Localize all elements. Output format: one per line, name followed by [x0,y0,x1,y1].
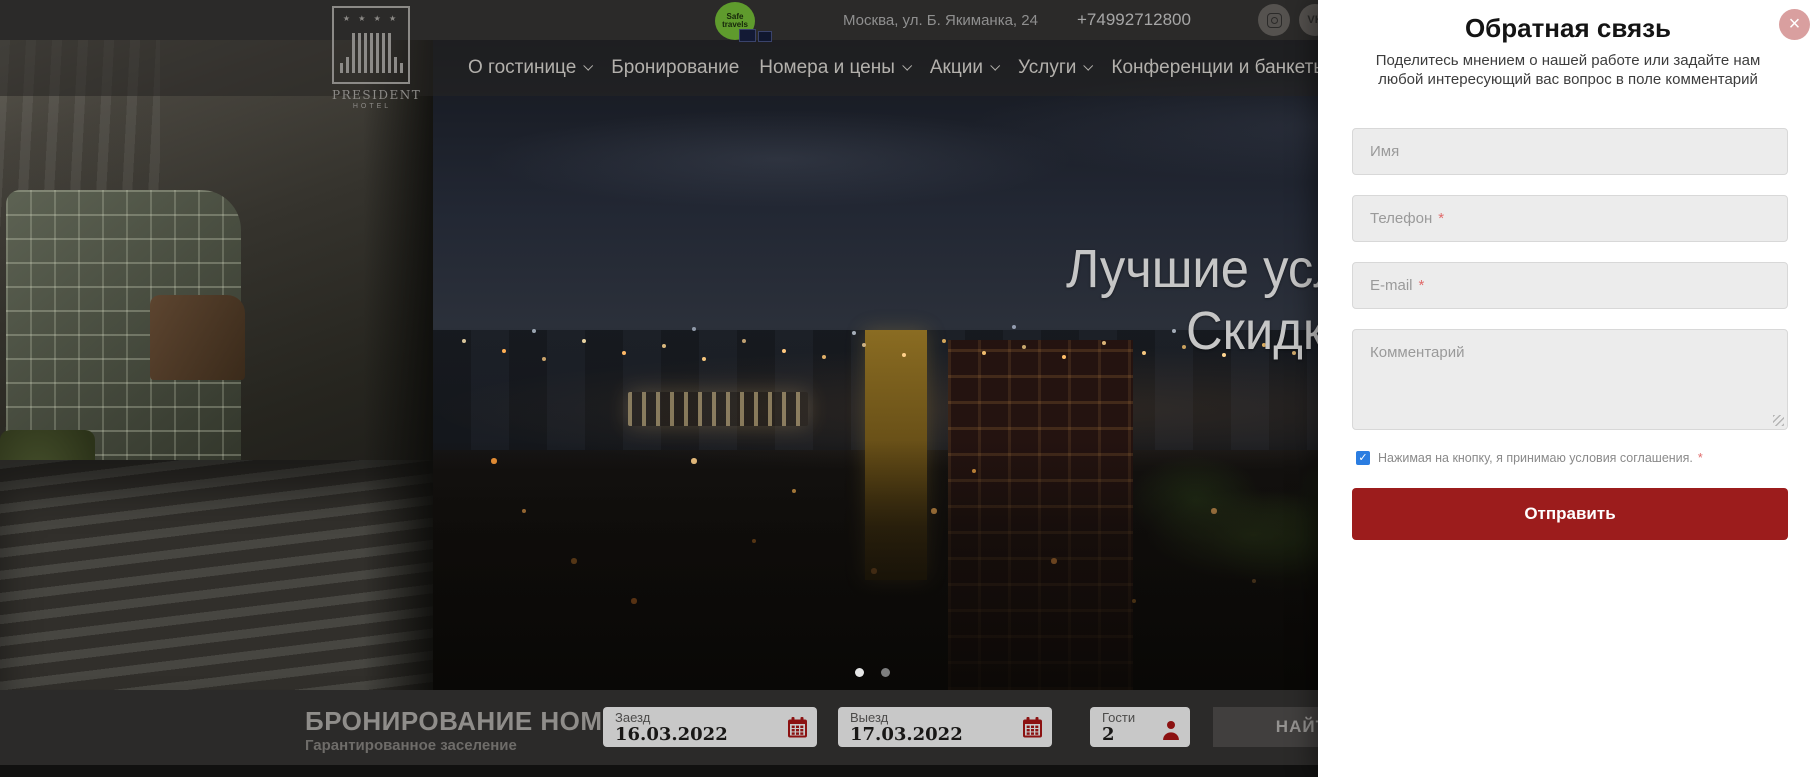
resize-handle-icon[interactable] [1773,415,1784,426]
guests-field[interactable]: Гости 2 [1090,707,1190,747]
checkout-date-field[interactable]: Выезд 17.03.2022 [838,707,1052,747]
hotel-address: Москва, ул. Б. Якиманка, 24 [843,12,1038,29]
shade-decor [363,40,433,690]
instagram-button[interactable] [1258,4,1290,36]
consent-label: Нажимая на кнопку, я принимаю условия со… [1378,451,1693,466]
email-input[interactable]: E-mail * [1352,262,1788,309]
checkout-value: 17.03.2022 [850,725,1042,745]
nav-item-booking[interactable]: Бронирование [611,57,739,79]
logo-stars: ★ ★ ★ ★ [334,14,408,23]
feedback-panel: × Обратная связь Поделитесь мнением о на… [1318,0,1818,777]
logo-type: HOTEL [332,103,412,110]
chevron-down-icon [902,61,912,71]
nav-item-about[interactable]: О гостинице [468,57,591,79]
consent-row: ✓ Нажимая на кнопку, я принимаю условия … [1356,451,1703,466]
booking-subtitle: Гарантированное заселение [305,737,517,754]
submit-button[interactable]: Отправить [1352,488,1788,540]
slider-dot-active[interactable] [855,668,864,677]
checkin-date-field[interactable]: Заезд 16.03.2022 [603,707,817,747]
nav-item-services[interactable]: Услуги [1018,57,1091,79]
chevron-down-icon [1084,61,1094,71]
hotel-logo[interactable]: ★ ★ ★ ★ PRESIDENT HOTEL [332,6,412,118]
safe-travels-badge: Safe travels [715,2,767,44]
hotel-phone[interactable]: +74992712800 [1077,10,1191,30]
page: Лучшие условия Скидка Safe travels Москв… [0,0,1818,777]
nav-item-rooms[interactable]: Номера и цены [759,57,910,79]
feedback-subtitle: Поделитесь мнением о нашей работе или за… [1348,51,1788,89]
instagram-icon [1267,13,1282,28]
checkin-label: Заезд [615,711,807,725]
logo-name: PRESIDENT [332,88,412,102]
calendar-icon [1022,717,1043,738]
required-mark: * [1438,210,1444,227]
name-input[interactable]: Имя [1352,128,1788,175]
hero-image-room [0,40,433,690]
required-mark: * [1698,451,1703,465]
person-icon [1161,719,1181,741]
comment-textarea[interactable]: Комментарий [1352,329,1788,430]
armrest-decor [150,295,245,380]
nav-item-offers[interactable]: Акции [930,57,998,79]
chevron-down-icon [990,61,1000,71]
logo-frame: ★ ★ ★ ★ [332,6,410,84]
calendar-icon [787,717,808,738]
colonnade-decor [628,392,808,426]
nav-item-conferences[interactable]: Конференции и банкеты [1111,57,1342,79]
phone-input[interactable]: Телефон * [1352,195,1788,242]
feedback-title: Обратная связь [1318,13,1818,44]
chevron-down-icon [584,61,594,71]
consent-checkbox[interactable]: ✓ [1356,451,1370,465]
slider-dot[interactable] [881,668,890,677]
logo-building-icon [334,29,408,73]
required-mark: * [1419,277,1425,294]
checkin-value: 16.03.2022 [615,725,807,745]
checkout-label: Выезд [850,711,1042,725]
